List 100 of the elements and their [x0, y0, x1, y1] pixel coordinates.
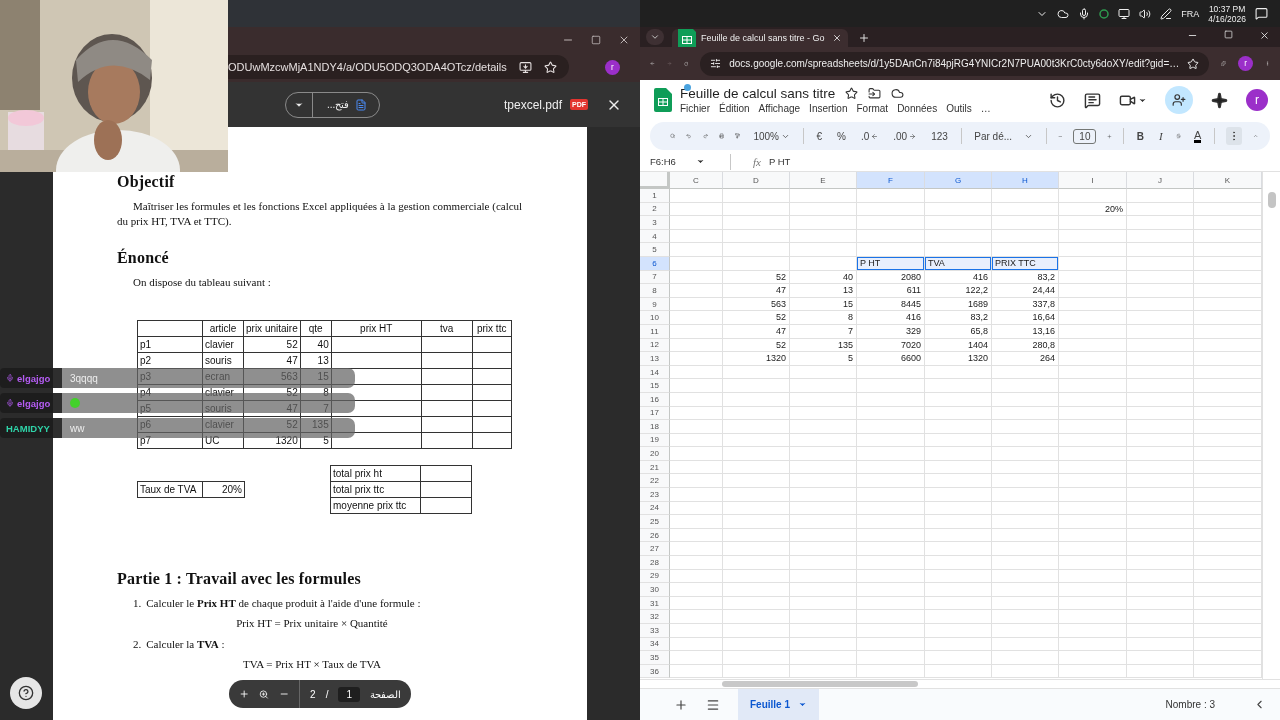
grid-cell[interactable]	[670, 474, 723, 489]
table-cell[interactable]: 6600	[857, 352, 925, 366]
grid-cell[interactable]	[1059, 528, 1127, 543]
column-header[interactable]: K	[1194, 172, 1262, 189]
row-header[interactable]: 15	[640, 379, 670, 393]
row-header[interactable]: 23	[640, 488, 670, 502]
column-header[interactable]: C	[670, 172, 723, 189]
grid-cell[interactable]	[925, 569, 992, 584]
row-header[interactable]: 35	[640, 651, 670, 665]
grid-cell[interactable]	[790, 556, 857, 570]
grid-cell[interactable]	[723, 583, 790, 597]
plus-icon[interactable]	[239, 687, 250, 701]
grid-cell[interactable]	[1059, 488, 1127, 502]
grid-cell[interactable]	[1059, 556, 1127, 570]
grid-cell[interactable]	[790, 569, 857, 584]
grid-cell[interactable]	[857, 569, 925, 584]
grid-cell[interactable]	[1059, 651, 1127, 665]
grid-cell[interactable]	[1127, 216, 1194, 230]
grid-cell[interactable]	[1059, 542, 1127, 557]
grid-cell[interactable]	[790, 379, 857, 393]
grid-cell[interactable]	[670, 596, 723, 611]
row-header[interactable]: 32	[640, 610, 670, 624]
add-person-icon[interactable]	[1172, 93, 1186, 107]
grid-cell[interactable]	[670, 420, 723, 434]
menu-item[interactable]: Outils	[946, 103, 972, 114]
grid-cell[interactable]	[790, 189, 857, 203]
grid-cell[interactable]	[1127, 460, 1194, 475]
table-cell[interactable]: 52	[723, 270, 790, 285]
grid-cell[interactable]	[1059, 270, 1127, 285]
grid-cell[interactable]	[790, 637, 857, 652]
grid-cell[interactable]	[925, 392, 992, 407]
grid-cell[interactable]	[670, 637, 723, 652]
grid-cell[interactable]	[1127, 637, 1194, 652]
menu-item[interactable]: Format	[856, 103, 889, 114]
table-cell[interactable]: 8445	[857, 297, 925, 312]
grid-cell[interactable]	[723, 420, 790, 434]
close-icon[interactable]	[1259, 29, 1270, 41]
menu-item[interactable]: Données	[897, 103, 938, 114]
table-cell[interactable]: 329	[857, 324, 925, 339]
grid-cell[interactable]	[1127, 270, 1194, 285]
grid-cell[interactable]	[992, 596, 1059, 611]
caret-icon[interactable]	[798, 700, 807, 709]
table-cell[interactable]: 1320	[723, 352, 790, 366]
grid-cell[interactable]	[1127, 243, 1194, 257]
profile-avatar[interactable]: r	[604, 59, 620, 75]
grid-cell[interactable]	[723, 392, 790, 407]
grid-cell[interactable]	[723, 229, 790, 244]
history-icon[interactable]	[1049, 91, 1066, 109]
grid-cell[interactable]	[670, 338, 723, 353]
grid-cell[interactable]	[925, 583, 992, 597]
table-cell[interactable]: 264	[992, 352, 1059, 366]
profile-avatar[interactable]: r	[1246, 89, 1268, 111]
grid-cell[interactable]	[790, 610, 857, 624]
italic-button[interactable]: I	[1157, 127, 1165, 145]
grid-cell[interactable]	[1127, 474, 1194, 489]
grid-cell[interactable]	[857, 596, 925, 611]
grid-cell[interactable]	[723, 406, 790, 421]
site-settings-icon[interactable]	[710, 58, 722, 69]
table-cell[interactable]: 47	[723, 324, 790, 339]
grid-cell[interactable]	[1059, 324, 1127, 339]
search-icon[interactable]	[670, 130, 676, 142]
grid-cell[interactable]	[992, 488, 1059, 502]
table-cell[interactable]: 1404	[925, 338, 992, 353]
grid-cell[interactable]	[1059, 311, 1127, 325]
grid-cell[interactable]	[1127, 556, 1194, 570]
grid-cell[interactable]	[723, 501, 790, 516]
column-header[interactable]: G	[925, 172, 992, 189]
arrow-left-icon[interactable]	[871, 132, 879, 140]
maximize-icon[interactable]	[1224, 29, 1233, 39]
open-with-label[interactable]: فتح...	[327, 99, 350, 110]
table-cell[interactable]: 83,2	[925, 311, 992, 325]
grid-cell[interactable]	[992, 392, 1059, 407]
grid-cell[interactable]	[670, 202, 723, 217]
grid-cell[interactable]	[670, 284, 723, 298]
print-icon[interactable]	[718, 130, 725, 142]
grid-cell[interactable]	[1127, 284, 1194, 298]
menu-item[interactable]: …	[980, 103, 991, 114]
grid-cell[interactable]	[670, 651, 723, 665]
grid-cell[interactable]	[790, 420, 857, 434]
comment-icon[interactable]	[1084, 91, 1101, 109]
grid-cell[interactable]	[790, 447, 857, 461]
row-header[interactable]: 33	[640, 624, 670, 638]
status-circle-icon[interactable]	[1099, 8, 1110, 19]
grid-cell[interactable]	[857, 447, 925, 461]
grid-cell[interactable]	[1059, 406, 1127, 421]
table-cell[interactable]: 83,2	[992, 270, 1059, 285]
grid-cell[interactable]	[790, 583, 857, 597]
grid-cell[interactable]	[1059, 447, 1127, 461]
grid-cell[interactable]	[790, 243, 857, 257]
row-header[interactable]: 5	[640, 243, 670, 257]
grid-cell[interactable]	[723, 637, 790, 652]
grid-cell[interactable]	[857, 229, 925, 244]
star-icon[interactable]	[845, 87, 859, 100]
grid-cell[interactable]	[670, 488, 723, 502]
grid-cell[interactable]	[790, 433, 857, 448]
grid-cell[interactable]	[925, 624, 992, 638]
grid-cell[interactable]	[670, 610, 723, 624]
grid-cell[interactable]	[1059, 474, 1127, 489]
table-cell[interactable]: 7	[790, 324, 857, 339]
grid-cell[interactable]	[857, 501, 925, 516]
